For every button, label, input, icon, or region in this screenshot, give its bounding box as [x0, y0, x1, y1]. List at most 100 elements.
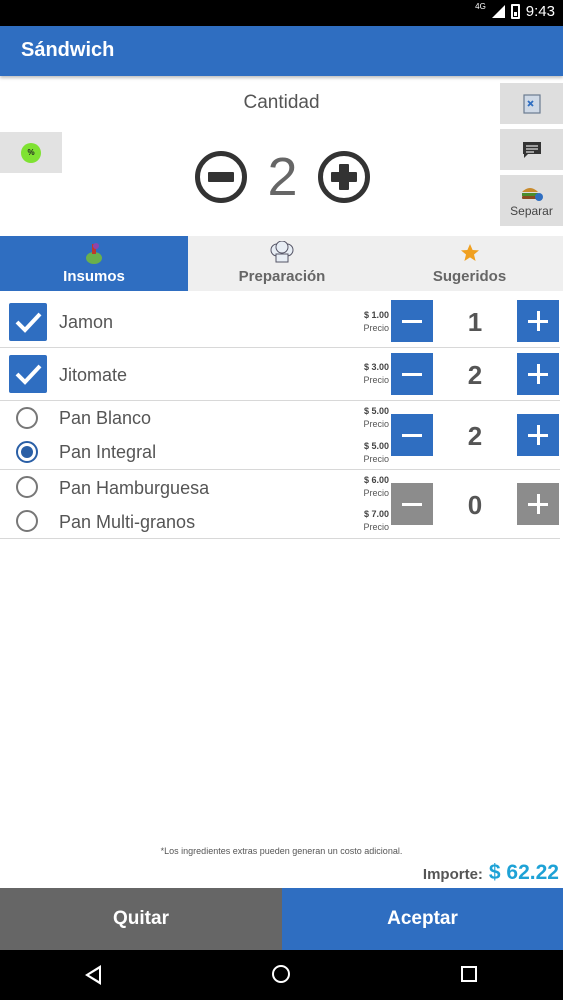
decrease-ingredient-button[interactable]: [391, 353, 433, 395]
option-price: $ 5.00 Precio: [340, 440, 389, 466]
total-value: $ 62.22: [488, 861, 559, 884]
comment-button[interactable]: [500, 129, 563, 170]
back-icon[interactable]: [85, 965, 101, 985]
plus-icon-v: [338, 164, 349, 190]
quantity-value: 2: [267, 147, 298, 207]
ingredient-qty: 2: [467, 421, 483, 451]
decrease-quantity-button[interactable]: [195, 151, 247, 203]
ingredient-row: Jamon $ 1.00 Precio 1: [0, 296, 560, 348]
decrease-ingredient-button[interactable]: [391, 414, 433, 456]
option-radio[interactable]: [16, 441, 38, 463]
total-label: Importe:: [422, 866, 483, 883]
minus-icon: [402, 434, 422, 437]
app-bar: Sándwich: [0, 26, 563, 76]
increase-quantity-button[interactable]: [317, 151, 370, 203]
discount-icon-text: %: [27, 148, 35, 157]
option-name: Pan Hamburguesa: [59, 478, 210, 498]
aceptar-button[interactable]: Aceptar: [282, 888, 563, 950]
check-icon: [15, 312, 42, 333]
increase-ingredient-button[interactable]: [517, 353, 559, 395]
tab-insumos-label: Insumos: [63, 268, 125, 285]
comment-icon: [522, 141, 541, 158]
option-name: Pan Multi-granos: [59, 512, 196, 532]
ingredient-checkbox[interactable]: [9, 303, 47, 341]
price-value: $ 7.00: [363, 509, 389, 519]
minus-icon: [402, 373, 422, 376]
decrease-ingredient-button[interactable]: [391, 300, 433, 342]
ingredient-qty: 1: [467, 307, 483, 337]
option-price: $ 5.00 Precio: [340, 405, 389, 431]
option-price: $ 7.00 Precio: [340, 508, 389, 534]
minus-icon: [402, 503, 422, 506]
ingredient-option-group: Pan Hamburguesa $ 6.00 Precio Pan Multi-…: [0, 470, 560, 539]
minus-icon: [208, 172, 234, 182]
quitar-label: Quitar: [113, 908, 169, 929]
tab-sugeridos[interactable]: Sugeridos: [376, 236, 563, 291]
option-radio[interactable]: [16, 476, 38, 498]
total-amount: Importe: $ 62.22: [423, 861, 559, 885]
minus-icon: [402, 320, 422, 323]
price-label: Precio: [363, 522, 389, 532]
network-type: 4G: [475, 2, 486, 11]
clear-ticket-button[interactable]: [500, 83, 563, 124]
option-name: Pan Blanco: [59, 408, 152, 428]
quantity-stepper: 2: [195, 147, 370, 207]
tab-insumos[interactable]: Insumos: [0, 236, 188, 291]
star-icon: [460, 241, 480, 265]
tab-preparacion[interactable]: Preparación: [188, 236, 376, 291]
increase-ingredient-button[interactable]: [517, 414, 559, 456]
option-price: $ 6.00 Precio: [340, 474, 389, 500]
ingredient-name: Jamon: [59, 312, 114, 332]
discount-button[interactable]: %: [0, 132, 62, 173]
price-value: $ 6.00: [363, 475, 389, 485]
increase-ingredient-button[interactable]: [517, 300, 559, 342]
option-radio[interactable]: [16, 510, 38, 532]
burger-icon: [521, 187, 543, 201]
price-value: $ 3.00: [363, 362, 389, 372]
ingredient-qty: 0: [467, 490, 483, 520]
separar-label: Separar: [510, 203, 553, 218]
ingredient-price: $ 1.00 Precio: [340, 309, 389, 335]
battery-icon: [510, 4, 520, 19]
ingredient-qty: 2: [467, 360, 483, 390]
price-label: Precio: [363, 454, 389, 464]
option-radio[interactable]: [16, 407, 38, 429]
signal-icon: [491, 5, 505, 18]
plus-icon-v: [537, 425, 540, 445]
aceptar-label: Aceptar: [387, 908, 458, 929]
chef-hat-icon: [269, 241, 295, 265]
recent-apps-icon[interactable]: [461, 966, 477, 982]
ingredients-icon: [83, 241, 105, 265]
price-value: $ 5.00: [363, 441, 389, 451]
price-label: Precio: [363, 323, 389, 333]
home-icon[interactable]: [272, 965, 290, 983]
ingredient-name: Jitomate: [59, 365, 128, 385]
plus-icon-v: [537, 494, 540, 514]
ingredient-row: Jitomate $ 3.00 Precio 2: [0, 348, 560, 401]
status-bar: 4G 9:43: [0, 0, 563, 26]
check-icon: [15, 364, 42, 385]
ticket-x-icon: [522, 93, 541, 114]
tab-preparacion-label: Preparación: [238, 268, 326, 285]
price-value: $ 1.00: [363, 310, 389, 320]
ingredient-option-group: Pan Blanco $ 5.00 Precio Pan Integral $ …: [0, 401, 560, 470]
quantity-label: Cantidad: [243, 92, 320, 113]
plus-icon-v: [537, 311, 540, 331]
separar-button[interactable]: Separar: [500, 175, 563, 226]
status-icons: 4G 9:43: [475, 2, 555, 20]
extra-cost-note: *Los ingredientes extras pueden generan …: [160, 846, 403, 856]
quitar-button[interactable]: Quitar: [0, 888, 282, 950]
ingredient-price: $ 3.00 Precio: [340, 361, 389, 387]
system-nav-bar: [0, 950, 563, 1000]
increase-ingredient-button[interactable]: [517, 483, 559, 525]
plus-icon-v: [537, 364, 540, 384]
price-label: Precio: [363, 375, 389, 385]
price-label: Precio: [363, 488, 389, 498]
clock: 9:43: [525, 3, 555, 20]
decrease-ingredient-button[interactable]: [391, 483, 433, 525]
tab-sugeridos-label: Sugeridos: [432, 268, 507, 285]
option-name: Pan Integral: [59, 442, 157, 462]
ingredient-checkbox[interactable]: [9, 355, 47, 393]
price-value: $ 5.00: [363, 406, 389, 416]
price-label: Precio: [363, 419, 389, 429]
